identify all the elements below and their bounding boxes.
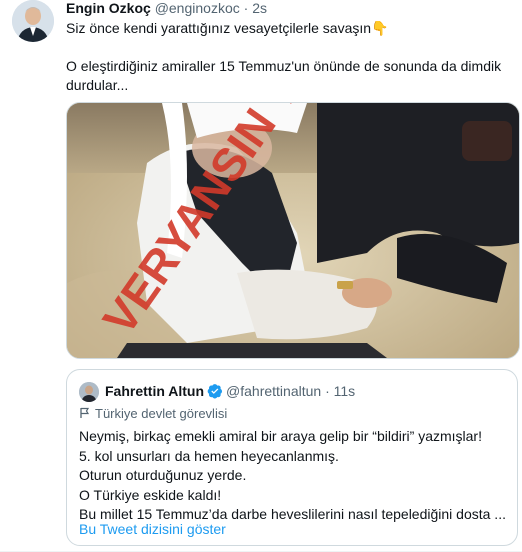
tweet-header: Engin Ozkoç @enginozkoc · 2s	[66, 0, 267, 16]
author-avatar[interactable]	[12, 0, 54, 42]
quote-text: Neymiş, birkaç emekli amiral bir araya g…	[79, 427, 509, 525]
pointing-down-emoji: 👇	[371, 20, 389, 36]
quote-header: Fahrettin Altun @fahrettinaltun · 11s	[105, 383, 355, 402]
tweet-time[interactable]: 2s	[252, 0, 267, 16]
tweet-text-line-1: Siz önce kendi yarattığınız vesayetçiler…	[66, 19, 506, 38]
quote-text-line: Neymiş, birkaç emekli amiral bir araya g…	[79, 428, 482, 444]
quote-time[interactable]: 11s	[334, 383, 356, 399]
tweet-photo[interactable]: VERYANSIN TV	[66, 102, 520, 359]
quote-author-avatar[interactable]	[79, 382, 99, 402]
tweet-text-line-3: durdular...	[66, 77, 129, 93]
quote-text-line: Oturun oturduğunuz yerde.	[79, 467, 247, 483]
quote-text-line: O Türkiye eskide kaldı!	[79, 486, 222, 503]
flag-icon	[79, 406, 95, 421]
quoted-tweet[interactable]: Fahrettin Altun @fahrettinaltun · 11s Tür…	[66, 369, 518, 546]
tweet-text-line-2: O eleştirdiğiniz amiraller 15 Temmuz'un …	[66, 58, 502, 74]
quote-text-line: 5. kol unsurları da hemen heyecanlanmış.	[79, 447, 339, 464]
author-name[interactable]: Engin Ozkoç	[66, 0, 151, 16]
time-separator: ·	[243, 0, 249, 16]
quote-author-handle[interactable]: @fahrettinaltun	[226, 383, 321, 399]
tweet-text: Siz önce kendi yarattığınız vesayetçiler…	[66, 20, 372, 36]
state-affiliation-label[interactable]: Türkiye devlet görevlisi	[79, 406, 227, 421]
verified-badge-icon	[207, 383, 223, 402]
author-handle[interactable]: @enginozkoc	[155, 0, 240, 16]
tweet[interactable]: Engin Ozkoç @enginozkoc · 2s Siz önce ke…	[0, 0, 522, 552]
quote-author-name[interactable]: Fahrettin Altun	[105, 383, 204, 399]
show-thread-link[interactable]: Bu Tweet dizisini göster	[79, 521, 226, 537]
quote-time-separator: ·	[325, 383, 330, 399]
state-affiliation-text: Türkiye devlet görevlisi	[95, 406, 228, 421]
